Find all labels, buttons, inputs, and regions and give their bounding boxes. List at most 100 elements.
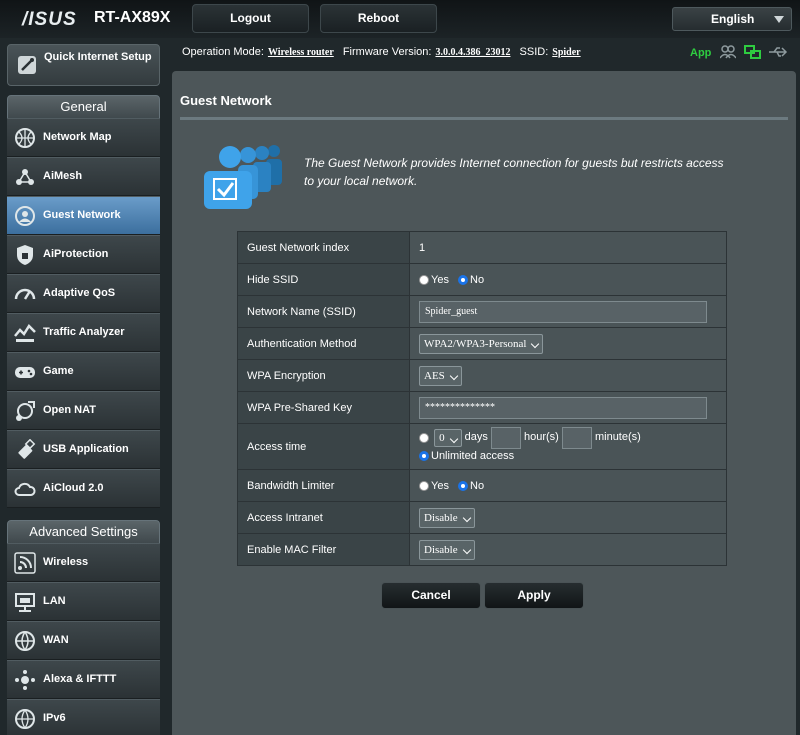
general-header: General — [7, 95, 160, 119]
hide-ssid-no-label: No — [470, 273, 485, 286]
qos-icon — [14, 288, 36, 300]
auth-method-label: Authentication Method — [237, 327, 410, 360]
usb-status-icon[interactable] — [768, 46, 788, 58]
guest-users-icon — [204, 145, 282, 209]
index-label: Guest Network index — [237, 231, 410, 264]
sidebar-item-aimesh[interactable]: AiMesh — [7, 157, 160, 196]
sidebar-item-game[interactable]: Game — [7, 352, 160, 391]
page-description: The Guest Network provides Internet conn… — [304, 156, 724, 188]
sidebar-item-ipv6[interactable]: IPv6 — [7, 699, 160, 735]
hide-ssid-yes-radio[interactable] — [419, 274, 429, 285]
qis-label: Quick Internet Setup — [44, 51, 152, 63]
unlimited-access-label: Unlimited access — [431, 449, 515, 462]
firmware-link[interactable]: 3.0.0.4.386_23012 — [435, 47, 510, 58]
wand-icon — [18, 56, 36, 74]
days-select[interactable]: 0 — [434, 428, 462, 447]
sidebar-item-open-nat[interactable]: Open NAT — [7, 391, 160, 430]
bw-no-radio[interactable] — [458, 480, 469, 491]
apply-button[interactable]: Apply — [484, 582, 584, 609]
minutes-label: minute(s) — [594, 431, 641, 444]
sidebar-item-label: Network Map — [43, 131, 112, 143]
router-admin-page: /ISUS RT-AX89X Logout Reboot English Qui… — [0, 0, 800, 735]
sidebar-item-label: Alexa & IFTTT — [43, 673, 117, 685]
sidebar-item-traffic-analyzer[interactable]: Traffic Analyzer — [7, 313, 160, 352]
bw-no-label: No — [470, 479, 485, 492]
sidebar-item-label: Traffic Analyzer — [43, 326, 125, 338]
sidebar-item-label: AiMesh — [43, 170, 83, 182]
access-intranet-label: Access Intranet — [237, 501, 410, 534]
sidebar-item-alexa-ifttt[interactable]: Alexa & IFTTT — [7, 660, 160, 699]
ssid-input[interactable]: Spider_guest — [419, 300, 707, 323]
operation-mode-link[interactable]: Wireless router — [268, 47, 334, 58]
sidebar-item-aiprotection[interactable]: AiProtection — [7, 235, 160, 274]
network-status-icon[interactable] — [744, 45, 762, 60]
sidebar-item-adaptive-qos[interactable]: Adaptive QoS — [7, 274, 160, 313]
limited-access-radio[interactable] — [419, 432, 429, 443]
table-row: Access time 0 days hour(s) minute(s) Unl… — [237, 423, 727, 470]
mac-filter-select[interactable]: Disable — [419, 539, 475, 560]
sidebar-item-aicloud-2-0[interactable]: AiCloud 2.0 — [7, 469, 160, 508]
bw-yes-label: Yes — [431, 479, 449, 492]
sidebar-item-label: IPv6 — [43, 712, 66, 724]
wan-icon — [15, 631, 35, 651]
advanced-menu: Wireless LAN WAN Alexa & IFTTT IPv6 — [7, 543, 160, 735]
hide-ssid-no-radio[interactable] — [458, 274, 469, 285]
sidebar-item-usb-application[interactable]: USB Application — [7, 430, 160, 469]
alexa-icon — [15, 670, 35, 690]
sidebar-item-wireless[interactable]: Wireless — [7, 543, 160, 582]
hide-ssid-yes-label: Yes — [431, 273, 449, 286]
game-icon — [15, 367, 35, 378]
sidebar-item-label: WAN — [43, 634, 69, 646]
firmware-label: Firmware Version: — [342, 46, 432, 58]
logout-button[interactable]: Logout — [192, 4, 309, 33]
language-select[interactable]: English — [672, 7, 792, 31]
top-bar: /ISUS RT-AX89X Logout Reboot English — [0, 0, 800, 38]
sidebar-item-label: Guest Network — [43, 209, 121, 221]
table-row: Enable MAC Filter Disable — [237, 533, 727, 566]
sidebar-item-wan[interactable]: WAN — [7, 621, 160, 660]
clients-icon[interactable] — [720, 45, 736, 59]
mac-filter-label: Enable MAC Filter — [237, 533, 410, 566]
bandwidth-limiter-label: Bandwidth Limiter — [237, 469, 410, 502]
hours-label: hour(s) — [524, 431, 559, 444]
aiprotection-icon — [17, 245, 33, 265]
sidebar-item-network-map[interactable]: Network Map — [7, 118, 160, 157]
sidebar-item-lan[interactable]: LAN — [7, 582, 160, 621]
open-nat-icon — [16, 401, 35, 421]
main-panel: Guest Network The Guest Network provides… — [172, 71, 796, 735]
sidebar-item-label: Open NAT — [43, 404, 96, 416]
cancel-button[interactable]: Cancel — [381, 582, 481, 609]
psk-input[interactable]: ************** — [419, 396, 707, 419]
aimesh-icon — [16, 169, 34, 185]
wpa-encryption-label: WPA Encryption — [237, 359, 410, 392]
days-label: days — [464, 431, 488, 444]
access-time-label: Access time — [237, 423, 410, 470]
minutes-input[interactable] — [561, 426, 592, 449]
table-row: WPA Encryption AES — [237, 359, 727, 392]
chevron-down-icon — [774, 16, 784, 23]
page-title: Guest Network — [180, 93, 272, 108]
quick-internet-setup-button[interactable]: Quick Internet Setup — [7, 44, 160, 86]
wpa-encryption-select[interactable]: AES — [419, 365, 462, 386]
index-value: 1 — [409, 231, 727, 264]
sidebar-item-label: Adaptive QoS — [43, 287, 116, 299]
app-link[interactable]: App — [690, 47, 711, 59]
access-intranet-select[interactable]: Disable — [419, 507, 475, 528]
table-row: Authentication Method WPA2/WPA3-Personal — [237, 327, 727, 360]
ssid-link[interactable]: Spider — [552, 47, 580, 58]
status-bar: Operation Mode: Wireless router Firmware … — [182, 46, 581, 58]
ssid-label: SSID: — [519, 46, 549, 58]
sidebar-item-guest-network[interactable]: Guest Network — [7, 196, 160, 235]
model-name: RT-AX89X — [94, 9, 171, 26]
lan-icon — [15, 593, 35, 612]
reboot-button[interactable]: Reboot — [320, 4, 437, 33]
general-menu: Network Map AiMesh Guest Network AiProtecti… — [7, 118, 160, 508]
bw-yes-radio[interactable] — [419, 480, 429, 491]
title-divider — [180, 117, 788, 120]
traffic-analyzer-icon — [14, 324, 36, 342]
auth-method-select[interactable]: WPA2/WPA3-Personal — [419, 333, 544, 354]
guest-network-icon — [15, 206, 35, 226]
ipv6-icon — [15, 709, 35, 729]
table-row: Guest Network index 1 — [237, 231, 727, 264]
unlimited-access-radio[interactable] — [419, 450, 429, 461]
